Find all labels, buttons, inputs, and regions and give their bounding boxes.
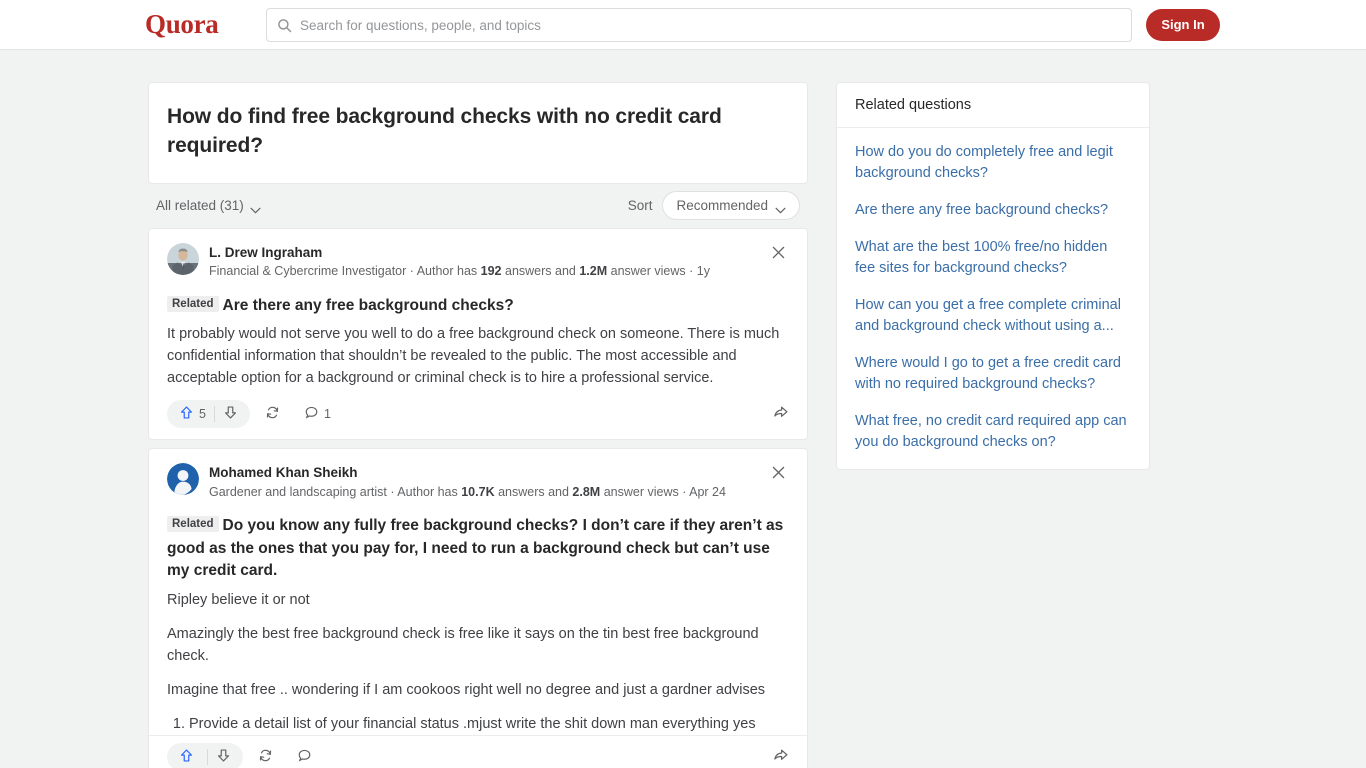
cred-suffix: answer views · Apr 24 [600,484,726,499]
comment-count: 1 [323,407,331,422]
site-header: Quora Sign In [0,0,1366,50]
comment-bubble-icon [297,748,312,766]
sign-in-button[interactable]: Sign In [1146,8,1220,41]
comment-button[interactable] [288,743,326,768]
cred-answer-count: 10.7K [461,484,495,499]
comment-button[interactable]: 1 [295,400,340,428]
cred-answer-count: 192 [480,264,502,279]
vote-pill [167,742,243,768]
repost-icon [258,748,273,766]
related-question-link[interactable]: How can you get a free complete criminal… [855,295,1131,337]
chevron-down-icon [250,202,261,214]
author-name[interactable]: Mohamed Khan Sheikh [209,464,757,482]
related-question-link[interactable]: Are there any free background checks? [223,297,514,314]
downvote-button[interactable] [215,400,246,428]
repost-button[interactable] [249,743,282,768]
upvote-arrow-icon [179,748,194,766]
vote-pill: 5 [167,400,250,429]
page-title: How do find free background checks with … [167,105,722,157]
answer-paragraph: Ripley believe it or not [167,591,310,608]
answer-action-bar [149,735,807,768]
author-meta: Mohamed Khan Sheikh Gardener and landsca… [209,463,757,502]
comment-bubble-icon [304,405,319,423]
downvote-arrow-icon [223,405,238,423]
answer-card: L. Drew Ingraham Financial & Cybercrime … [148,227,808,441]
answer-paragraph: It probably would not serve you well to … [167,326,780,387]
author-meta: L. Drew Ingraham Financial & Cybercrime … [209,243,757,282]
filter-row: All related (31) Sort Recommended [148,184,808,228]
cred-prefix: Gardener and landscaping artist · Author… [209,484,462,499]
sort-value: Recommended [676,198,768,214]
cred-mid: answers and [494,484,573,499]
upvote-arrow-icon [179,405,194,423]
share-arrow-icon [772,405,789,423]
related-questions-list: How do you do completely free and legit … [837,128,1149,469]
downvote-arrow-icon [216,748,231,766]
close-icon [772,466,785,482]
avatar[interactable] [167,242,199,275]
upvote-count: 5 [199,407,206,422]
answer-paragraph: Amazingly the best free background check… [167,625,759,664]
related-badge: Related [167,516,219,533]
related-question-link[interactable]: What free, no credit card required app c… [855,411,1131,453]
cred-view-count: 2.8M [572,484,601,499]
answer-body: It probably would not serve you well to … [167,323,789,389]
related-question-link[interactable]: How do you do completely free and legit … [855,142,1131,184]
avatar[interactable] [167,463,199,496]
answer-paragraph: Imagine that free .. wondering if I am c… [167,681,766,698]
answer-card: Mohamed Khan Sheikh Gardener and landsca… [148,448,808,768]
question-card: How do find free background checks with … [148,82,808,184]
author-row: L. Drew Ingraham Financial & Cybercrime … [167,242,789,282]
author-credentials: Gardener and landscaping artist · Author… [209,483,757,502]
share-arrow-icon [772,748,789,766]
cred-prefix: Financial & Cybercrime Investigator · Au… [209,264,481,279]
related-questions-card: Related questions How do you do complete… [836,82,1150,471]
quora-logo[interactable]: Quora [145,9,219,40]
share-button[interactable] [772,405,789,423]
sidebar: Related questions How do you do complete… [836,82,1150,471]
all-related-filter[interactable]: All related (31) [156,198,261,214]
dismiss-answer-button[interactable] [767,243,789,265]
downvote-button[interactable] [208,743,239,768]
related-question-line: Related Do you know any fully free backgr… [167,515,789,582]
sort-label: Sort [627,198,653,214]
all-related-label: All related (31) [156,198,244,214]
author-credentials: Financial & Cybercrime Investigator · Au… [209,262,757,281]
search-box[interactable] [266,8,1132,42]
cred-view-count: 1.2M [579,264,608,279]
related-question-link[interactable]: Where would I go to get a free credit ca… [855,353,1131,395]
repost-button[interactable] [256,400,289,428]
related-question-link[interactable]: Do you know any fully free background ch… [167,517,783,579]
cred-suffix: answer views · 1y [607,264,710,279]
upvote-button[interactable] [171,743,207,768]
author-name[interactable]: L. Drew Ingraham [209,244,757,262]
sort-dropdown[interactable]: Recommended [662,191,800,221]
related-question-link[interactable]: Are there any free background checks? [855,200,1131,221]
related-questions-heading: Related questions [837,83,1149,128]
answer-action-bar: 5 1 [167,393,789,435]
author-row: Mohamed Khan Sheikh Gardener and landsca… [167,463,789,502]
repost-icon [265,405,280,423]
sort-controls: Sort Recommended [627,191,800,221]
page-body: How do find free background checks with … [0,50,1366,768]
dismiss-answer-button[interactable] [767,463,789,485]
search-input[interactable] [300,17,1121,33]
related-question-line: Related Are there any free background che… [167,295,789,317]
chevron-down-icon [775,202,786,214]
related-question-link[interactable]: What are the best 100% free/no hidden fe… [855,237,1131,279]
related-badge: Related [167,295,219,312]
search-icon [277,18,292,33]
cred-mid: answers and [501,264,580,279]
upvote-button[interactable]: 5 [171,400,214,428]
main-column: How do find free background checks with … [148,82,808,768]
answer-body: Ripley believe it or not Amazingly the b… [167,589,789,757]
close-icon [772,246,785,262]
share-button[interactable] [772,748,789,766]
